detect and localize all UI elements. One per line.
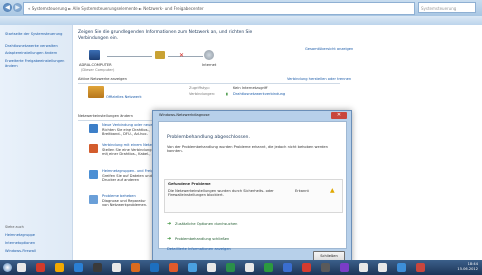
taskbar-app-icon[interactable] bbox=[283, 263, 292, 272]
bench-network-icon bbox=[88, 86, 104, 98]
globe-icon bbox=[204, 50, 214, 60]
full-map-link[interactable]: Gesamtübersicht anzeigen bbox=[305, 47, 353, 51]
navigation-bar: ◀ ▶ « Systemsteuerung ► Alle Systemsteue… bbox=[0, 0, 482, 22]
taskbar-app-icon[interactable] bbox=[397, 263, 406, 272]
access-type-label: Zugriffstyp: bbox=[189, 86, 210, 90]
dialog-desc: Von der Problembehandlung wurden Problem… bbox=[167, 145, 328, 154]
network-icon bbox=[155, 51, 165, 59]
taskbar-app-icon[interactable] bbox=[245, 263, 254, 272]
taskbar: 18:44 15.06.2012 bbox=[0, 260, 482, 275]
task-desc: Richten Sie eine Drahtlos-, Breitband-, … bbox=[102, 128, 150, 136]
menu-strip bbox=[0, 16, 482, 25]
change-settings-heading: Netzwerkeinstellungen ändern bbox=[78, 114, 133, 118]
sidebar-item-wireless[interactable]: Drahtlosnetzwerke verwalten bbox=[5, 44, 69, 49]
internet-label: Internet bbox=[202, 63, 217, 67]
taskbar-app-icon[interactable] bbox=[131, 263, 140, 272]
taskbar-app-icon[interactable] bbox=[112, 263, 121, 272]
arrow-right-icon: ➜ bbox=[167, 221, 172, 227]
taskbar-app-icon[interactable] bbox=[150, 263, 159, 272]
taskbar-app-icon[interactable] bbox=[74, 263, 83, 272]
address-path: « Systemsteuerung ► Alle Systemsteuerung… bbox=[28, 6, 204, 11]
sidebar-item-homegroup[interactable]: Heimnetzgruppe bbox=[5, 233, 69, 238]
homegroup-icon bbox=[89, 170, 98, 179]
active-networks-heading: Aktive Netzwerke anzeigen bbox=[78, 77, 127, 81]
wifi-icon: ▮ bbox=[226, 92, 228, 96]
taskbar-app-icon[interactable] bbox=[169, 263, 178, 272]
diagnostics-dialog: Windows-Netzwerkdiagnose ✕ Problembehand… bbox=[152, 110, 352, 265]
sidebar-item-adapter[interactable]: Adaptereinstellungen ändern bbox=[5, 51, 69, 56]
computer-sub: (Dieser Computer) bbox=[81, 68, 115, 72]
more-options-link[interactable]: Zusätzliche Optionen durchsuchen bbox=[175, 222, 237, 226]
problem-text: Die Netzwerkeinstellungen wurden durch S… bbox=[168, 189, 274, 198]
dialog-header: Problembehandlung abgeschlossen. bbox=[167, 135, 250, 140]
dialog-body: Problembehandlung abgeschlossen. Von der… bbox=[158, 121, 347, 251]
link-line-2 bbox=[168, 56, 203, 57]
found-heading: Gefundene Probleme bbox=[168, 182, 211, 186]
taskbar-app-icon[interactable] bbox=[207, 263, 216, 272]
connections-value[interactable]: Drahtlosnetzwerkverbindung bbox=[233, 92, 285, 96]
clock-date: 15.06.2012 bbox=[457, 267, 478, 271]
link-line bbox=[107, 56, 152, 57]
taskbar-app-icon[interactable] bbox=[188, 263, 197, 272]
connect-network-icon bbox=[89, 144, 98, 153]
connect-disconnect-link[interactable]: Verbindung herstellen oder trennen bbox=[287, 77, 351, 81]
taskbar-app-icon[interactable] bbox=[93, 263, 102, 272]
dialog-title: Windows-Netzwerkdiagnose bbox=[159, 113, 210, 117]
task-desc: Diagnose und Reparatur von Netzwerkprobl… bbox=[102, 199, 148, 207]
computer-icon bbox=[89, 50, 100, 60]
taskbar-app-icon[interactable] bbox=[340, 263, 349, 272]
close-troubleshooter-link[interactable]: Problembehandlung schließen bbox=[175, 237, 229, 241]
warning-icon: ▲ bbox=[330, 187, 335, 194]
access-type-value: Kein Internetzugriff bbox=[233, 86, 268, 90]
error-x-icon: ✕ bbox=[179, 52, 185, 59]
arrow-right-icon: ➜ bbox=[167, 236, 172, 242]
taskbar-app-icon[interactable] bbox=[226, 263, 235, 272]
connections-label: Verbindungen: bbox=[189, 92, 216, 96]
problems-box: Gefundene Probleme Die Netzwerkeinstellu… bbox=[164, 179, 343, 213]
back-button[interactable]: ◀ bbox=[3, 3, 12, 12]
page-heading: Zeigen Sie die grundlegenden Information… bbox=[78, 30, 253, 41]
computer-name: ADRIA-COMPUTER bbox=[79, 63, 112, 67]
taskbar-app-icon[interactable] bbox=[264, 263, 273, 272]
sidebar-item-internet-options[interactable]: Internetoptionen bbox=[5, 241, 69, 246]
address-bar[interactable]: « Systemsteuerung ► Alle Systemsteuerung… bbox=[23, 2, 415, 15]
taskbar-app-icon[interactable] bbox=[302, 263, 311, 272]
close-icon[interactable]: ✕ bbox=[331, 112, 347, 119]
sidebar: Startseite der Systemsteuerung Drahtlosn… bbox=[0, 25, 73, 260]
clock[interactable]: 18:44 15.06.2012 bbox=[457, 262, 478, 272]
start-button[interactable] bbox=[3, 263, 12, 272]
search-input[interactable]: Systemsteuerung durchsuchen bbox=[418, 2, 476, 22]
taskbar-app-icon[interactable] bbox=[17, 263, 26, 272]
taskbar-app-icon[interactable] bbox=[378, 263, 387, 272]
taskbar-app-icon[interactable] bbox=[321, 263, 330, 272]
new-connection-icon bbox=[89, 124, 98, 133]
troubleshoot-icon bbox=[89, 195, 98, 204]
sidebar-item-sharing[interactable]: Erweiterte Freigabeeinstellungen ändern bbox=[5, 59, 69, 69]
see-also-heading: Siehe auch bbox=[5, 225, 24, 229]
problem-status: Erkannt bbox=[295, 189, 309, 193]
sidebar-item-firewall[interactable]: Windows-Firewall bbox=[5, 249, 69, 254]
taskbar-app-icon[interactable] bbox=[359, 263, 368, 272]
sidebar-item-home[interactable]: Startseite der Systemsteuerung bbox=[5, 32, 69, 37]
forward-button[interactable]: ▶ bbox=[13, 3, 22, 12]
section-divider bbox=[78, 83, 340, 84]
task-desc: Greifen Sie auf Dateien und Drucker auf … bbox=[102, 174, 152, 182]
taskbar-app-icon[interactable] bbox=[55, 263, 64, 272]
task-title[interactable]: Probleme beheben bbox=[102, 194, 136, 198]
task-desc: Stellen Sie eine Verbindung mit einer Dr… bbox=[102, 148, 152, 156]
taskbar-app-icon[interactable] bbox=[36, 263, 45, 272]
network-name[interactable]: Offizielles Netzwerk bbox=[106, 95, 142, 99]
taskbar-app-icon[interactable] bbox=[416, 263, 425, 272]
